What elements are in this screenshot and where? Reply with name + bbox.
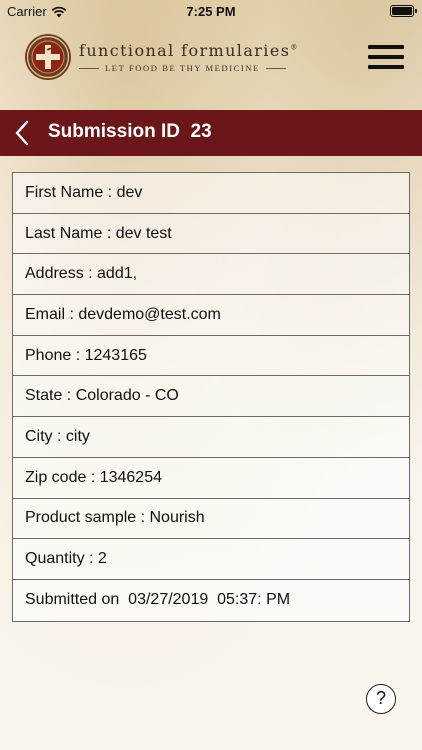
detail-row: Submitted on 03/27/2019 05:37: PM	[25, 591, 291, 609]
carrier-label: Carrier	[7, 4, 47, 19]
detail-row: First Name : dev	[13, 173, 409, 214]
detail-row: Last Name : dev test	[13, 214, 409, 255]
status-bar: Carrier 7:25 PM	[0, 0, 422, 22]
detail-row: Email : devdemo@test.com	[13, 295, 409, 336]
carrier-group: Carrier	[7, 4, 67, 19]
brand-tagline: LET FOOD BE THY MEDICINE	[79, 63, 319, 73]
detail-row: Quantity : 2	[13, 539, 409, 580]
brand-name-text: functional formularies	[79, 41, 291, 60]
hamburger-menu-icon[interactable]	[368, 45, 404, 69]
brand-name: functional formularies®	[79, 41, 319, 60]
brand-block: functional formularies® LET FOOD BE THY …	[79, 41, 319, 73]
detail-row: City : city	[13, 417, 409, 458]
trademark-mark: ®	[290, 43, 299, 52]
wifi-icon	[51, 6, 67, 17]
help-button[interactable]: ?	[366, 684, 396, 714]
tagline-rule-left	[79, 67, 99, 69]
detail-row: State : Colorado - CO	[13, 376, 409, 418]
detail-row: Product sample : Nourish	[13, 499, 409, 540]
menu-bar	[368, 65, 404, 69]
brand-logo-icon	[25, 34, 71, 80]
tagline-rule-right	[265, 67, 286, 69]
detail-row: Zip code : 1346254	[13, 458, 409, 499]
menu-bar	[368, 45, 404, 49]
tagline-text: LET FOOD BE THY MEDICINE	[105, 63, 260, 73]
chevron-left-icon[interactable]	[12, 120, 34, 146]
submission-details-list: First Name : dev Last Name : dev test Addr…	[12, 172, 410, 622]
detail-row: Address : add1,	[13, 254, 409, 296]
detail-row: Phone : 1243165	[13, 336, 409, 377]
menu-bar	[368, 55, 404, 59]
battery-icon	[390, 5, 417, 17]
page-title: Submission ID 23	[48, 121, 212, 142]
title-bar: Submission ID 23	[0, 110, 422, 156]
